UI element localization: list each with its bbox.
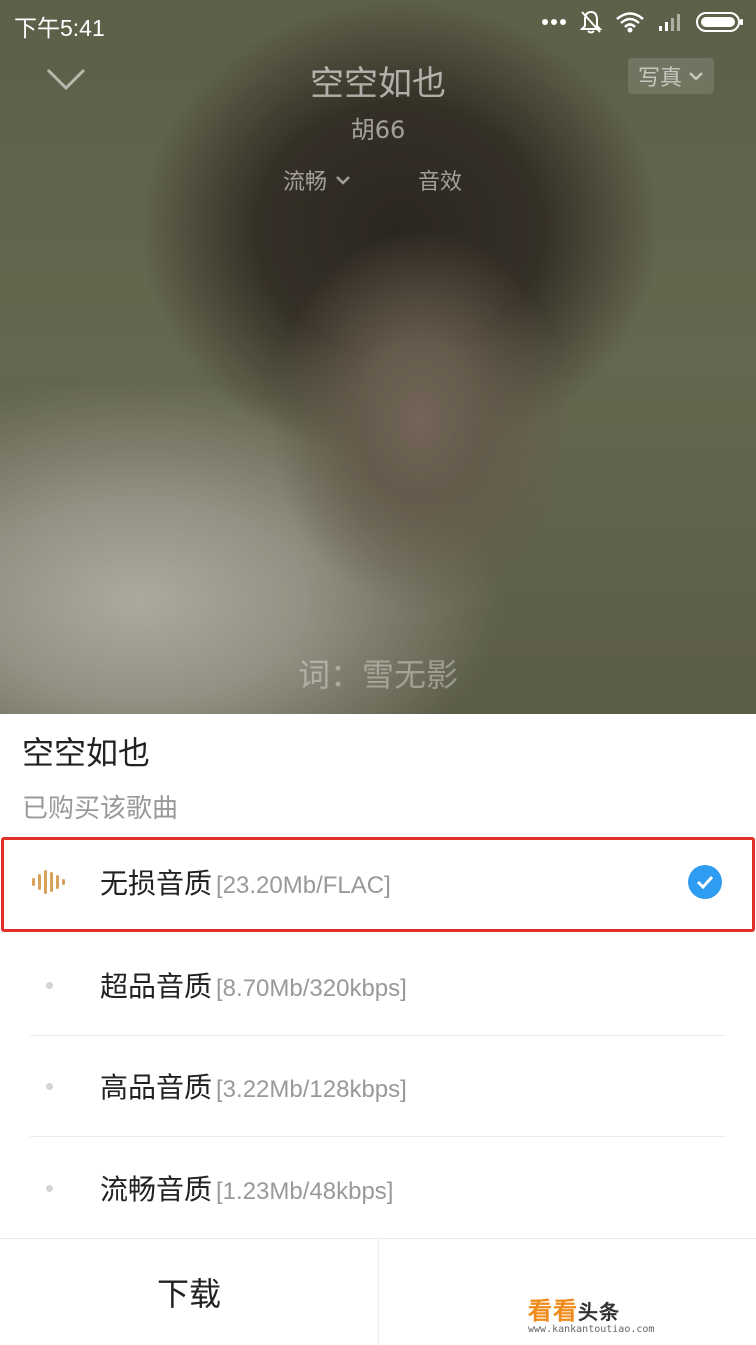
sheet-subtitle: 已购买该歌曲 — [22, 794, 179, 824]
quality-option-name: 超品音质 — [100, 970, 213, 1003]
quality-option-label: 高品音质 [3.22Mb/128kbps] — [100, 1066, 407, 1106]
bullet-dot-icon — [46, 1083, 53, 1090]
quality-select-label: 流畅 — [283, 170, 328, 195]
download-button[interactable]: 下载 — [0, 1239, 378, 1345]
bullet-dot-icon — [46, 1185, 53, 1192]
quality-option-label: 无损音质 [23.20Mb/FLAC] — [100, 862, 391, 902]
lyric-line: 词：雪无影 — [297, 656, 458, 694]
signal-icon — [659, 14, 680, 31]
sheet-title: 空空如也 — [22, 734, 151, 772]
quality-option-size: [3.22Mb/128kbps] — [216, 1076, 407, 1103]
quality-option-name: 高品音质 — [100, 1071, 213, 1104]
bell-muted-icon — [580, 10, 602, 34]
quality-option-size: [23.20Mb/FLAC] — [216, 872, 391, 899]
more-dots-icon — [542, 19, 566, 25]
status-bar: 下午5:41 — [0, 0, 756, 46]
watermark-logo: 看看头条 www.kankantoutiao.com — [528, 1291, 654, 1335]
sheet-footer: 下载 看看头条 www.kankantoutiao.com — [0, 1238, 756, 1345]
quality-option-size: [1.23Mb/48kbps] — [216, 1178, 394, 1205]
quality-select[interactable]: 流畅 — [283, 164, 351, 196]
watermark-main: 看看 — [528, 1297, 578, 1325]
status-icons — [542, 10, 744, 34]
quality-option-size: [8.70Mb/320kbps] — [216, 975, 407, 1002]
sound-effect-button[interactable]: 音效 — [418, 164, 462, 196]
quality-option-smooth[interactable]: 流畅音质 [1.23Mb/48kbps] — [0, 1138, 756, 1238]
watermark-second: 头条 — [578, 1300, 620, 1324]
chevron-down-icon — [689, 72, 703, 81]
chevron-down-icon — [336, 176, 350, 185]
wifi-icon — [616, 12, 644, 33]
quality-option-lossless[interactable]: 无损音质 [23.20Mb/FLAC] — [0, 836, 756, 928]
quality-option-name: 无损音质 — [100, 867, 213, 900]
footer-separator — [378, 1239, 379, 1345]
quality-option-label: 流畅音质 [1.23Mb/48kbps] — [100, 1168, 393, 1208]
player-artist[interactable]: 胡66 — [0, 110, 756, 145]
quality-option-super[interactable]: 超品音质 [8.70Mb/320kbps] — [0, 935, 756, 1035]
quality-option-high[interactable]: 高品音质 [3.22Mb/128kbps] — [0, 1036, 756, 1136]
photo-button[interactable]: 写真 — [627, 58, 714, 94]
photo-button-label: 写真 — [637, 66, 682, 91]
watermark-text: 看看头条 — [528, 1291, 654, 1326]
watermark-url: www.kankantoutiao.com — [528, 1324, 655, 1335]
selected-check-icon — [688, 865, 722, 899]
sound-wave-icon — [32, 870, 65, 894]
player-header: 空空如也 胡66 写真 流畅 音效 — [0, 50, 756, 210]
bullet-dot-icon — [46, 982, 53, 989]
quality-option-label: 超品音质 [8.70Mb/320kbps] — [100, 965, 407, 1005]
divider — [30, 1136, 726, 1137]
status-time: 下午5:41 — [14, 15, 105, 41]
quality-option-name: 流畅音质 — [100, 1173, 213, 1206]
battery-icon — [696, 12, 743, 32]
quality-sheet: 空空如也 已购买该歌曲 无损音质 [23.20Mb/FLAC] 超品音质 [8.70… — [0, 714, 756, 1345]
